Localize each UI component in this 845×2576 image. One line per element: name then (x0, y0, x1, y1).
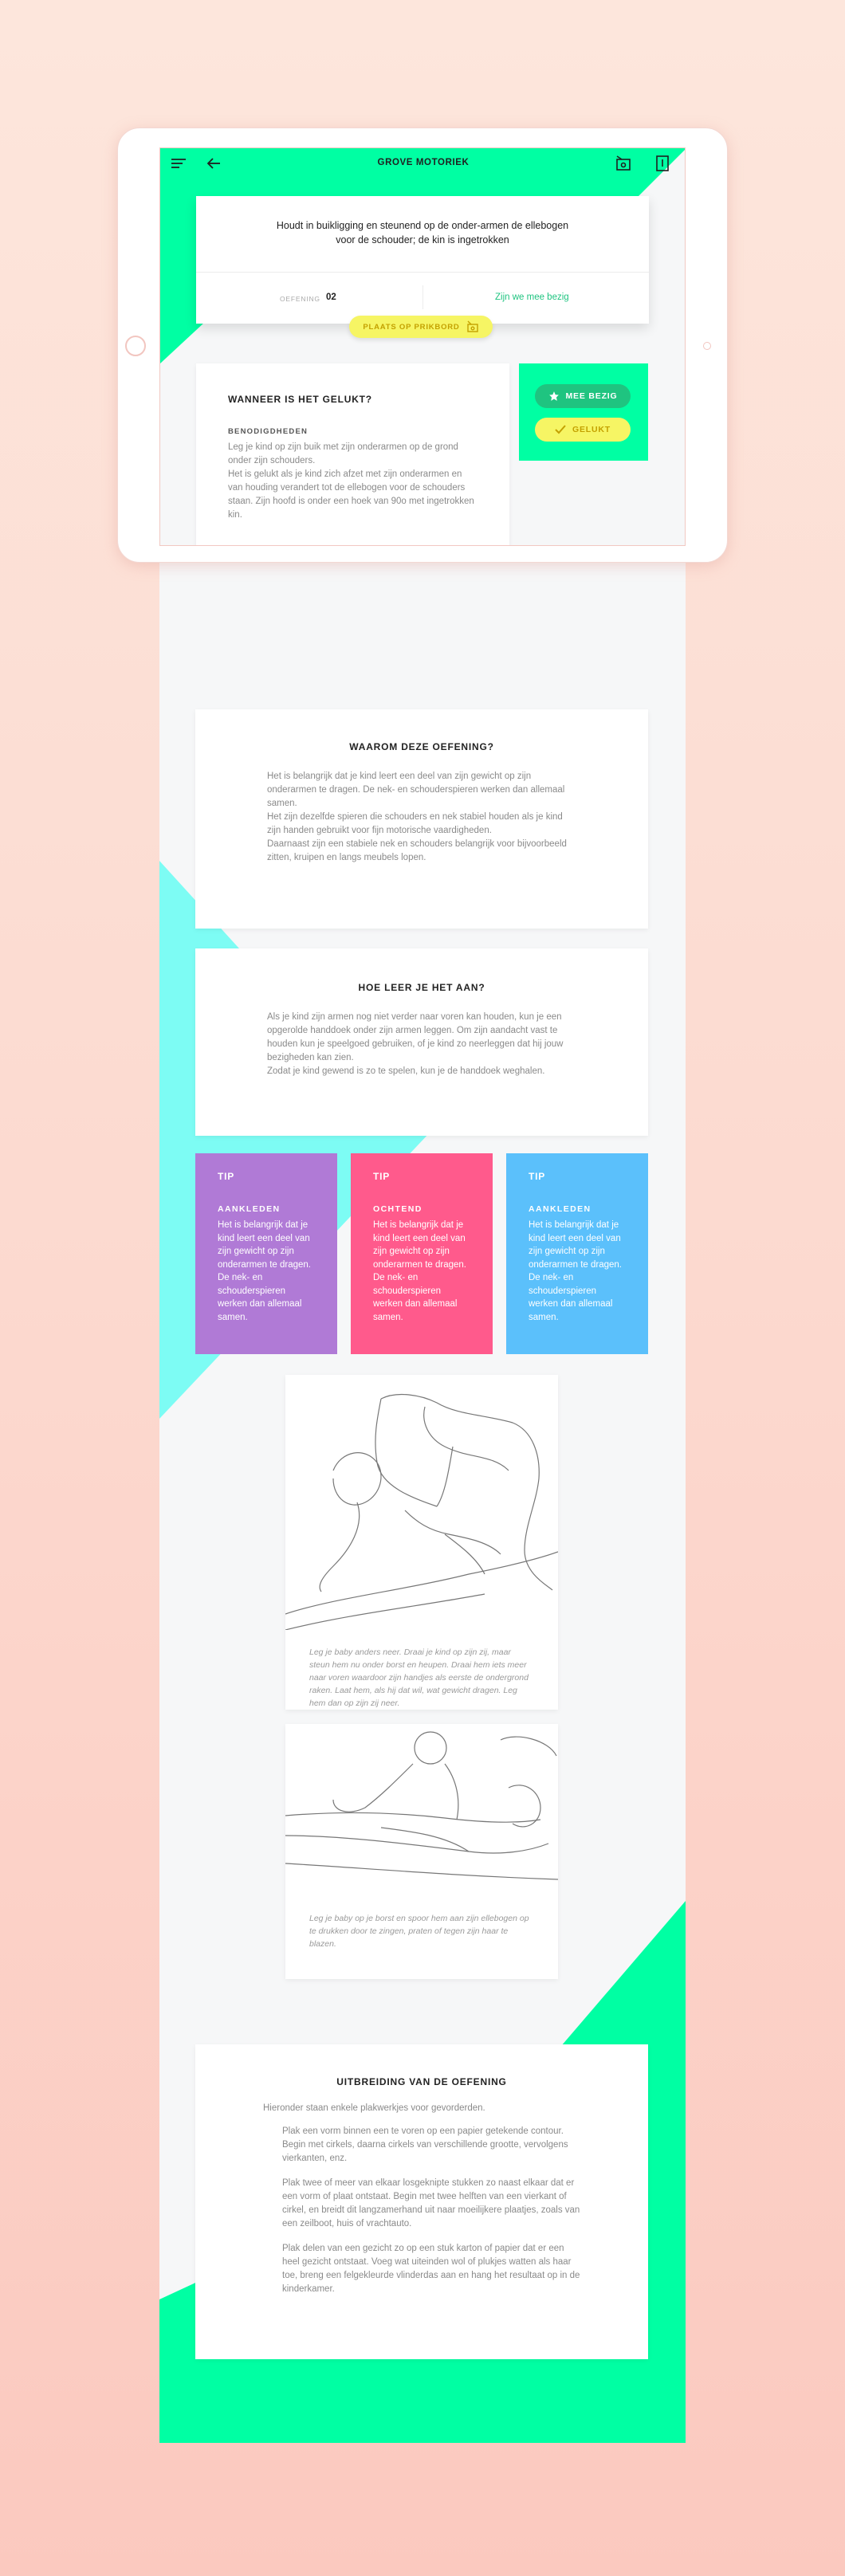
status-link[interactable]: Zijn we mee bezig (495, 293, 569, 302)
status-panel: MEE BEZIG GELUKT (519, 363, 648, 461)
tip-category-1: AANKLEDEN (218, 1204, 281, 1214)
tip-card-3[interactable]: TIP AANKLEDEN Het is belangrijk dat je k… (506, 1153, 648, 1354)
how-title: HOE LEER JE HET AAN? (358, 982, 485, 993)
tablet-camera (125, 336, 146, 356)
why-line-2: Het zijn dezelfde spieren die schouders … (267, 812, 563, 835)
tablet-sensor (703, 342, 711, 350)
extension-title: UITBREIDING VAN DE OEFENING (336, 2076, 507, 2087)
tip-label-2: TIP (373, 1171, 391, 1182)
exercise-number-value: 02 (326, 293, 336, 302)
tablet-screen: GROVE MOTORIEK Houdt in buikligging en s… (159, 147, 686, 546)
busy-button-label: MEE BEZIG (565, 391, 618, 401)
tip-label-3: TIP (529, 1171, 546, 1182)
page-title: GROVE MOTORIEK (377, 158, 470, 167)
board-pin-small-icon (466, 320, 479, 333)
tip-card-1[interactable]: TIP AANKLEDEN Het is belangrijk dat je k… (195, 1153, 337, 1354)
how-line-1: Als je kind zijn armen nog niet verder n… (267, 1012, 564, 1062)
why-card: WAAROM DEZE OEFENING? Het is belangrijk … (195, 709, 648, 929)
document-icon[interactable] (654, 155, 670, 172)
how-card: HOE LEER JE HET AAN? Als je kind zijn ar… (195, 948, 648, 1136)
illustration-card-1: Leg je baby anders neer. Draai je kind o… (285, 1375, 558, 1710)
extension-paragraph-2: Plak twee of meer van elkaar losgeknipte… (282, 2178, 580, 2228)
extension-paragraph-3: Plak delen van een gezicht zo op een stu… (282, 2244, 580, 2294)
pin-to-board-button[interactable]: PLAATS OP PRIKBORD (349, 316, 493, 338)
why-title: WAAROM DEZE OEFENING? (349, 741, 494, 752)
exercise-vertical-divider (422, 285, 423, 309)
done-button-label: GELUKT (572, 425, 611, 434)
why-line-3: Daarnaast zijn een stabiele nek en schou… (267, 839, 567, 862)
done-button[interactable]: GELUKT (535, 418, 631, 442)
board-pin-icon[interactable] (615, 155, 632, 172)
exercise-description: Houdt in buikligging en steunend op de o… (276, 220, 569, 245)
checkmark-icon (555, 425, 566, 434)
illustration-caption-1: Leg je baby anders neer. Draai je kind o… (309, 1647, 529, 1708)
header-bar: GROVE MOTORIEK (160, 148, 685, 177)
success-subtitle: BENODIGDHEDEN (228, 427, 309, 436)
tip-category-2: OCHTEND (373, 1204, 422, 1214)
success-title: WANNEER IS HET GELUKT? (228, 394, 372, 405)
tip-category-3: AANKLEDEN (529, 1204, 592, 1214)
extension-paragraph-1: Plak een vorm binnen een te voren op een… (282, 2126, 568, 2163)
exercise-card: Houdt in buikligging en steunend op de o… (196, 196, 649, 324)
tip-card-2[interactable]: TIP OCHTEND Het is belangrijk dat je kin… (351, 1153, 493, 1354)
tip-text-2: Het is belangrijk dat je kind leert een … (373, 1220, 466, 1322)
extension-card: UITBREIDING VAN DE OEFENING Hieronder st… (195, 2044, 648, 2359)
extension-intro: Hieronder staan enkele plakwerkjes voor … (263, 2103, 485, 2113)
exercise-number-label: OEFENING (280, 295, 320, 303)
tip-text-1: Het is belangrijk dat je kind leert een … (218, 1220, 311, 1322)
success-line-1: Leg je kind op zijn buik met zijn ondera… (228, 442, 458, 465)
busy-button[interactable]: MEE BEZIG (535, 384, 631, 408)
why-line-1: Het is belangrijk dat je kind leert een … (267, 772, 565, 808)
how-line-2: Zodat je kind gewend is zo te spelen, ku… (267, 1066, 545, 1076)
pin-button-label: PLAATS OP PRIKBORD (363, 322, 460, 332)
mother-baby-illustration-2 (285, 1731, 558, 1880)
illustration-caption-2: Leg je baby op je borst en spoor hem aan… (309, 1914, 529, 1949)
star-icon (548, 391, 560, 402)
success-card: WANNEER IS HET GELUKT? BENODIGDHEDEN Leg… (196, 363, 509, 545)
success-line-2: Het is gelukt als je kind zich afzet met… (228, 469, 474, 520)
tip-text-3: Het is belangrijk dat je kind leert een … (529, 1220, 622, 1322)
tip-label-1: TIP (218, 1171, 235, 1182)
illustration-card-2: Leg je baby op je borst en spoor hem aan… (285, 1724, 558, 1979)
mother-baby-illustration-1 (285, 1394, 558, 1630)
exercise-divider (196, 272, 649, 273)
